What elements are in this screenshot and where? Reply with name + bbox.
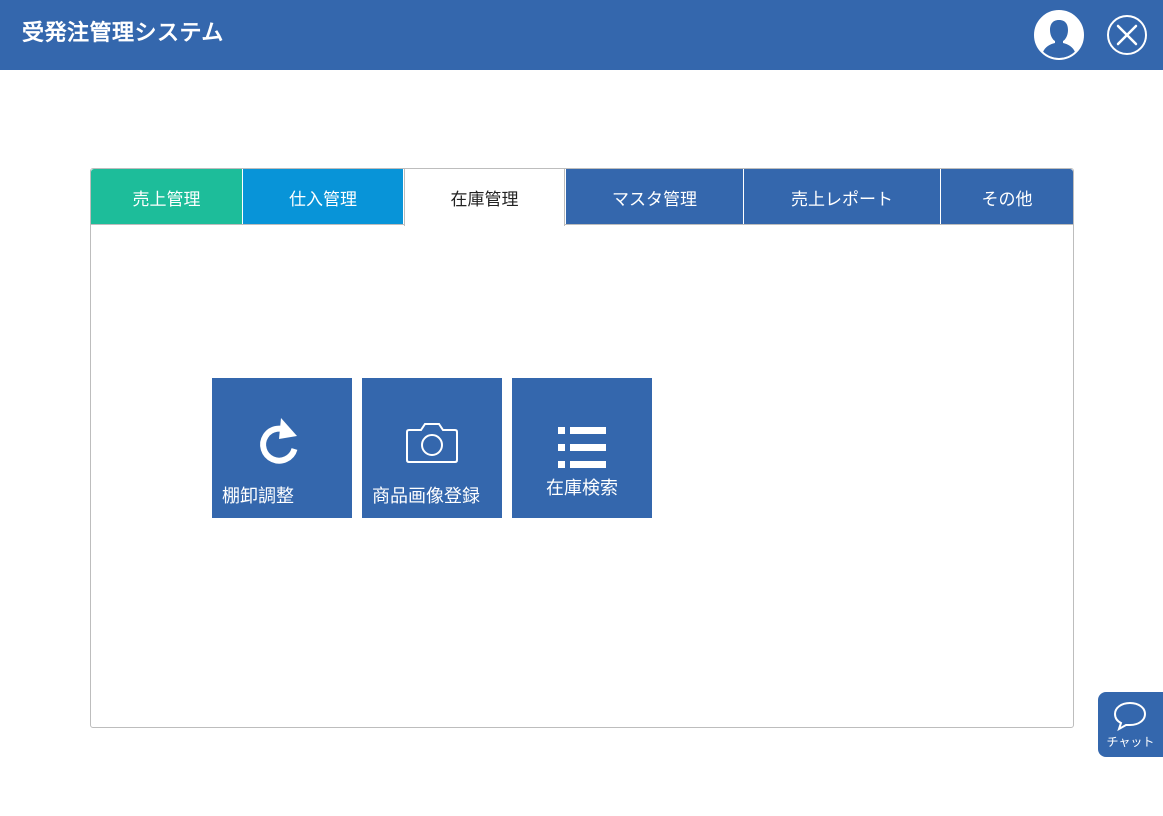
tab-label: マスタ管理 [612, 189, 697, 210]
speech-bubble-icon [1113, 701, 1147, 732]
tab-sales-report[interactable]: 売上レポート [744, 169, 940, 225]
tab-label: 売上管理 [132, 189, 201, 210]
tab-label: その他 [981, 189, 1033, 210]
tab-master[interactable]: マスタ管理 [566, 169, 743, 225]
tab-bar: 売上管理 仕入管理 在庫管理 マスタ管理 売上レポート その他 [91, 169, 1073, 226]
user-avatar-icon [1036, 12, 1082, 58]
tab-divider [91, 224, 404, 225]
tile-stocktake-adjustment[interactable]: 棚卸調整 [212, 378, 352, 518]
tile-label: 棚卸調整 [222, 486, 294, 507]
tab-sales[interactable]: 売上管理 [91, 169, 242, 225]
user-avatar-button[interactable] [1034, 10, 1084, 60]
refresh-icon [260, 418, 298, 464]
tab-purchasing[interactable]: 仕入管理 [243, 169, 403, 225]
app-title: 受発注管理システム [22, 21, 224, 46]
tile-product-image-registration[interactable]: 商品画像登録 [362, 378, 502, 518]
tab-label: 在庫管理 [450, 190, 519, 210]
chat-label: チャット [1106, 735, 1155, 749]
tile-label: 在庫検索 [546, 478, 618, 499]
close-icon [1116, 24, 1138, 46]
tab-label: 仕入管理 [289, 189, 357, 210]
list-icon [558, 427, 606, 468]
tab-divider [565, 224, 1073, 225]
tab-other[interactable]: その他 [941, 169, 1073, 225]
menu-panel: 売上管理 仕入管理 在庫管理 マスタ管理 売上レポート その他 棚卸調整 商品画… [90, 168, 1074, 728]
app-header: 受発注管理システム [0, 0, 1163, 70]
close-button[interactable] [1107, 15, 1147, 55]
tile-label: 商品画像登録 [372, 486, 480, 507]
camera-icon [406, 423, 458, 463]
tab-inventory[interactable]: 在庫管理 [404, 169, 565, 226]
tab-label: 売上レポート [791, 189, 893, 210]
tile-inventory-search[interactable]: 在庫検索 [512, 378, 652, 518]
chat-button[interactable]: チャット [1098, 692, 1163, 757]
